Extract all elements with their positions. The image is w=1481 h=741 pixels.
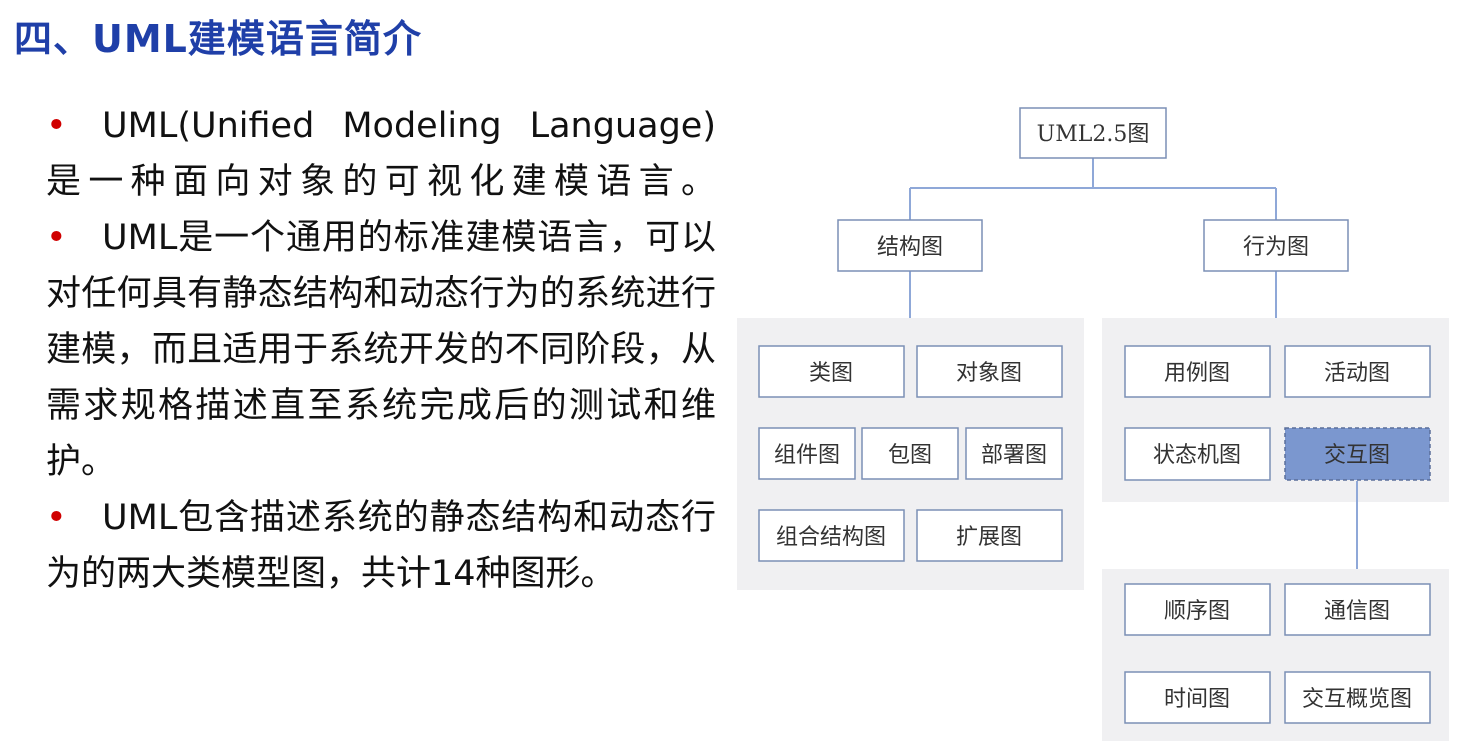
deployment-diagram-label: 部署图	[981, 443, 1047, 468]
timing-diagram-label: 时间图	[1164, 687, 1230, 712]
sequence-diagram-label: 顺序图	[1164, 599, 1230, 624]
communication-diagram-label: 通信图	[1324, 599, 1390, 624]
interaction-diagram-label: 交互图	[1324, 443, 1390, 468]
package-diagram-label: 包图	[888, 443, 932, 468]
activity-diagram-label: 活动图	[1324, 361, 1390, 386]
class-diagram-label: 类图	[809, 361, 853, 386]
state-machine-diagram-label: 状态机图	[1153, 443, 1241, 468]
root-node-label: UML2.5图	[1037, 122, 1150, 147]
component-diagram-label: 组件图	[774, 443, 840, 468]
structure-node-label: 结构图	[877, 235, 943, 260]
composite-structure-diagram-label: 组合结构图	[776, 525, 886, 550]
use-case-diagram-label: 用例图	[1164, 361, 1230, 386]
behavior-node-label: 行为图	[1243, 235, 1309, 260]
object-diagram-label: 对象图	[956, 361, 1022, 386]
interaction-overview-diagram-label: 交互概览图	[1302, 687, 1412, 712]
profile-diagram-label: 扩展图	[956, 525, 1022, 550]
uml-hierarchy-diagram: UML2.5图 结构图 行为图 类图 对象图 组件图 包图 部署图 组合结构图 …	[737, 107, 1449, 741]
